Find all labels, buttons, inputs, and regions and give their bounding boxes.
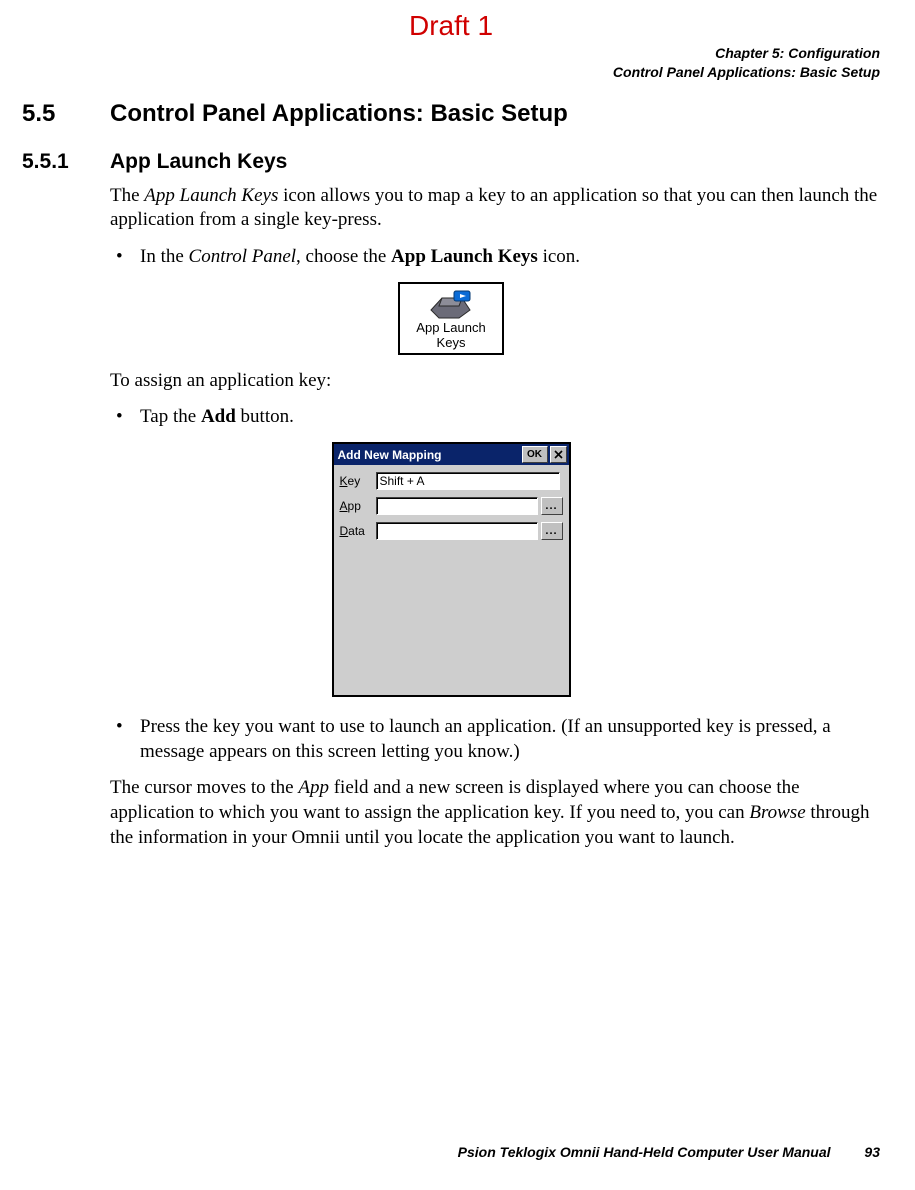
assign-key-line: To assign an application key: <box>110 369 880 394</box>
dialog-titlebar: Add New Mapping OK <box>334 444 569 465</box>
intro-paragraph: The App Launch Keys icon allows you to m… <box>110 184 880 233</box>
close-button[interactable] <box>550 446 567 463</box>
close-icon <box>554 450 563 459</box>
label-key: Key <box>340 474 376 488</box>
data-field[interactable] <box>376 522 538 540</box>
key-field[interactable]: Shift + A <box>376 472 560 490</box>
heading-5-5: 5.5 Control Panel Applications: Basic Se… <box>22 100 880 128</box>
bullet-tap-add: Tap the Add button. <box>110 405 880 430</box>
app-field[interactable] <box>376 497 538 515</box>
page-number: 93 <box>864 1144 880 1160</box>
heading-5-5-1: 5.5.1 App Launch Keys <box>22 150 880 174</box>
dialog-body: Key Shift + A App ... Data ... <box>334 465 569 695</box>
footer-text: Psion Teklogix Omnii Hand-Held Computer … <box>458 1144 831 1160</box>
label-data: Data <box>340 524 376 538</box>
subheading-title: App Launch Keys <box>110 150 287 174</box>
dialog-title: Add New Mapping <box>338 448 442 462</box>
label-app: App <box>340 499 376 513</box>
section-line: Control Panel Applications: Basic Setup <box>22 63 880 82</box>
ok-button[interactable]: OK <box>522 446 548 463</box>
app-launch-keys-icon <box>424 288 478 320</box>
add-new-mapping-dialog: Add New Mapping OK Key Shift + A App ...… <box>332 442 571 697</box>
row-app: App ... <box>340 496 563 516</box>
subheading-number: 5.5.1 <box>22 150 110 174</box>
watermark: Draft 1 <box>22 10 880 42</box>
heading-number: 5.5 <box>22 100 110 128</box>
heading-title: Control Panel Applications: Basic Setup <box>110 100 568 128</box>
row-key: Key Shift + A <box>340 471 563 491</box>
app-launch-keys-icon-figure: App Launch Keys <box>398 282 504 355</box>
page-footer: Psion Teklogix Omnii Hand-Held Computer … <box>22 1144 880 1160</box>
chapter-line: Chapter 5: Configuration <box>22 44 880 63</box>
running-header: Chapter 5: Configuration Control Panel A… <box>22 44 880 82</box>
bullet-press-key: Press the key you want to use to launch … <box>110 715 880 764</box>
app-browse-button[interactable]: ... <box>541 497 563 515</box>
cursor-paragraph: The cursor moves to the App field and a … <box>110 776 880 850</box>
icon-label: App Launch Keys <box>402 321 500 351</box>
data-browse-button[interactable]: ... <box>541 522 563 540</box>
bullet-open-control-panel: In the Control Panel, choose the App Lau… <box>110 245 880 270</box>
row-data: Data ... <box>340 521 563 541</box>
